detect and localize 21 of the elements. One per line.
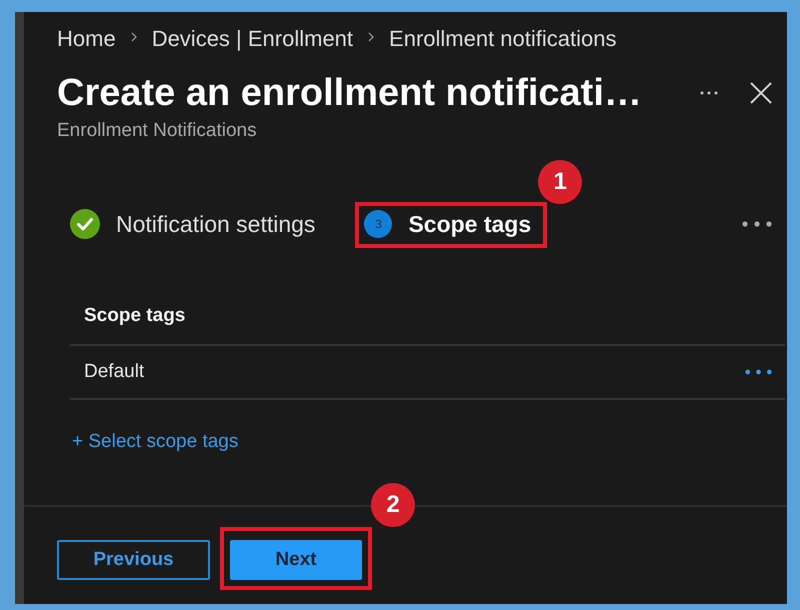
column-header: Scope tags — [84, 305, 186, 327]
page-subtitle: Enrollment Notifications — [57, 119, 257, 143]
select-scope-tags-link[interactable]: + Select scope tags — [72, 429, 238, 455]
next-button[interactable]: Next — [230, 540, 362, 580]
callout-badge: 1 — [538, 160, 582, 204]
step-tab[interactable]: Notification settings — [116, 210, 316, 238]
page-title: Create an enrollment notificati… — [57, 71, 643, 115]
breadcrumb-link[interactable]: Enrollment notifications — [389, 25, 616, 53]
breadcrumb-link[interactable]: Home — [57, 25, 116, 53]
table-cell: Default — [84, 361, 144, 383]
chevron-right-icon — [130, 32, 137, 42]
step-number-badge: 3 — [364, 210, 392, 238]
chevron-right-icon — [368, 32, 374, 42]
more-icon[interactable] — [700, 91, 718, 95]
more-icon[interactable] — [745, 369, 772, 375]
breadcrumb-link[interactable]: Devices | Enrollment — [152, 25, 354, 53]
close-icon[interactable] — [750, 82, 772, 104]
previous-button[interactable]: Previous — [57, 540, 210, 580]
callout-badge: 2 — [371, 483, 415, 527]
more-icon[interactable] — [742, 221, 772, 227]
step-tab[interactable]: Scope tags — [408, 210, 532, 238]
